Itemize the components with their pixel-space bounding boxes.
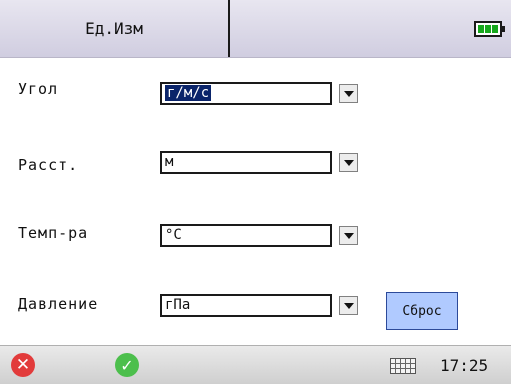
pressure-dropdown-arrow-icon[interactable] <box>339 296 358 315</box>
angle-select[interactable]: г/м/с <box>160 82 332 105</box>
distance-dropdown-arrow-icon[interactable] <box>339 153 358 172</box>
distance-label: Расст. <box>18 156 79 174</box>
temperature-select[interactable]: °С <box>160 224 332 247</box>
ok-icon[interactable]: ✓ <box>115 353 139 377</box>
clock: 17:25 <box>440 356 489 375</box>
reset-button[interactable]: Сброс <box>386 292 458 330</box>
distance-value: м <box>165 154 174 170</box>
temperature-dropdown-arrow-icon[interactable] <box>339 226 358 245</box>
angle-value: г/м/с <box>165 85 212 101</box>
temperature-label: Темп-ра <box>18 224 89 242</box>
taskbar: ✕ ✓ 17:25 <box>0 345 511 384</box>
distance-select[interactable]: м <box>160 151 332 174</box>
angle-label: Угол <box>18 80 59 98</box>
temperature-value: °С <box>165 227 182 243</box>
keyboard-icon[interactable] <box>390 358 416 374</box>
pressure-label: Давление <box>18 295 99 313</box>
pressure-select[interactable]: гПа <box>160 294 332 317</box>
pressure-value: гПа <box>165 297 191 313</box>
page-title: Ед.Изм <box>0 0 230 57</box>
battery-icon <box>474 21 505 37</box>
angle-dropdown-arrow-icon[interactable] <box>339 84 358 103</box>
cancel-icon[interactable]: ✕ <box>11 353 35 377</box>
title-bar: Ед.Изм <box>0 0 511 58</box>
